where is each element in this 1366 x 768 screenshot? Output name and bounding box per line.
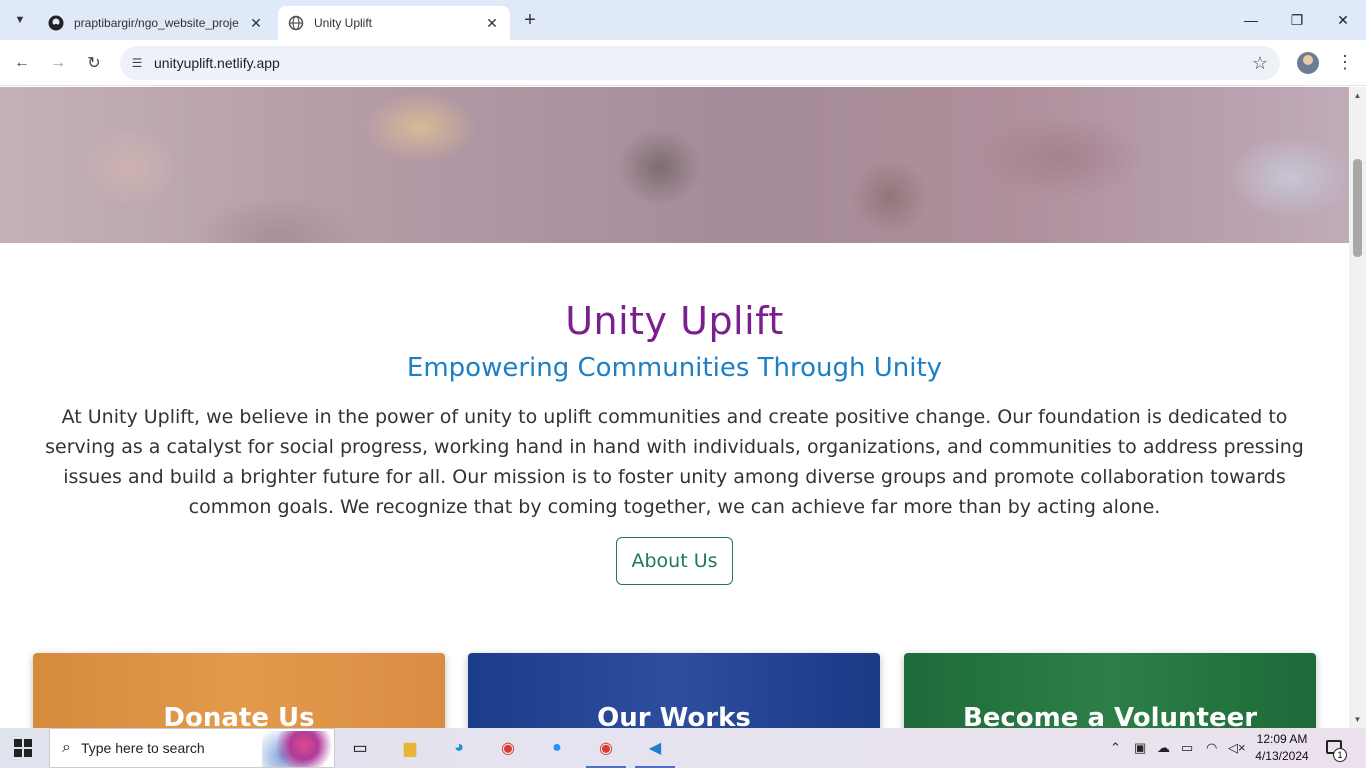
windows-start-icon[interactable]	[14, 739, 32, 757]
page-title: Unity Uplift	[565, 299, 784, 343]
taskbar-search-box[interactable]: ⌕ Type here to search	[49, 728, 335, 768]
close-tab-icon[interactable]: ✕	[484, 15, 500, 32]
card-label: Donate Us	[163, 703, 315, 728]
chrome-active-icon[interactable]: ◉	[586, 734, 626, 768]
minimize-icon[interactable]: —	[1228, 0, 1274, 40]
battery-icon[interactable]: ▭	[1181, 728, 1193, 768]
about-us-button[interactable]: About Us	[616, 537, 733, 585]
forward-arrow-icon[interactable]: →	[46, 51, 70, 75]
onedrive-cloud-icon[interactable]: ☁	[1157, 728, 1170, 768]
more-menu-icon[interactable]: ⋮	[1336, 52, 1354, 73]
zoom-icon[interactable]: ●	[543, 734, 571, 762]
wifi-icon[interactable]: ◠	[1206, 728, 1217, 768]
volunteer-card[interactable]: Become a Volunteer	[904, 653, 1316, 728]
page-description: At Unity Uplift, we believe in the power…	[45, 406, 1304, 518]
restore-icon[interactable]: ❐	[1274, 0, 1320, 40]
address-bar[interactable]: ☰ unityuplift.netlify.app ☆	[120, 46, 1280, 80]
tab-github[interactable]: praptibargir/ngo_website_proje ✕	[38, 6, 274, 40]
close-window-icon[interactable]: ✕	[1320, 0, 1366, 40]
close-tab-icon[interactable]: ✕	[248, 15, 264, 32]
page-scrollbar[interactable]: ▲ ▼	[1349, 87, 1366, 728]
notification-count-badge: 1	[1333, 748, 1347, 762]
scroll-down-icon[interactable]: ▼	[1349, 711, 1366, 728]
meet-now-icon[interactable]: ▣	[1134, 728, 1146, 768]
tab-search-chevron-icon[interactable]: ▼	[8, 8, 32, 32]
file-explorer-icon[interactable]: ▆	[396, 734, 424, 762]
donate-card[interactable]: Donate Us	[33, 653, 445, 728]
reload-icon[interactable]: ↻	[82, 51, 106, 75]
volume-muted-icon[interactable]: ◁×	[1228, 728, 1246, 768]
site-settings-icon[interactable]: ☰	[120, 56, 154, 70]
globe-icon	[288, 15, 304, 31]
back-arrow-icon[interactable]: ←	[10, 51, 34, 75]
profile-avatar[interactable]	[1297, 52, 1319, 74]
tab-title: Unity Uplift	[314, 16, 373, 30]
show-hidden-icons-icon[interactable]: ⌃	[1110, 728, 1121, 768]
windows-taskbar: ⌕ Type here to search ▭ ▆ ◕ ◉ ● ◉ ◀ ⌃ ▣ …	[0, 728, 1366, 768]
new-tab-plus-icon[interactable]: +	[518, 8, 542, 32]
scroll-thumb[interactable]	[1353, 159, 1362, 257]
card-label: Our Works	[597, 703, 751, 728]
search-icon: ⌕	[62, 739, 71, 756]
page-viewport: Unity Uplift Empowering Communities Thro…	[0, 87, 1349, 728]
our-works-card[interactable]: Our Works	[468, 653, 880, 728]
browser-tab-bar: ▼ praptibargir/ngo_website_proje ✕ Unity…	[0, 0, 1366, 40]
github-icon	[48, 15, 64, 31]
search-highlight-image	[262, 731, 332, 767]
page-subtitle: Empowering Communities Through Unity	[406, 353, 943, 383]
hero-image	[0, 87, 1349, 243]
search-placeholder: Type here to search	[80, 740, 205, 756]
clock-date: 4/13/2024	[1255, 749, 1309, 763]
chrome-icon[interactable]: ◉	[494, 734, 522, 762]
edge-icon[interactable]: ◕	[445, 734, 473, 762]
bookmark-star-icon[interactable]: ☆	[1252, 53, 1268, 74]
vscode-icon[interactable]: ◀	[635, 734, 675, 768]
task-view-icon[interactable]: ▭	[346, 734, 374, 762]
url-text[interactable]: unityuplift.netlify.app	[154, 55, 280, 71]
tab-title: praptibargir/ngo_website_proje	[74, 16, 239, 30]
system-clock[interactable]: 12:09 AM 4/13/2024	[1252, 731, 1312, 765]
tab-unity-uplift[interactable]: Unity Uplift ✕	[278, 6, 510, 40]
clock-time: 12:09 AM	[1256, 732, 1308, 746]
scroll-up-icon[interactable]: ▲	[1349, 87, 1366, 104]
browser-toolbar: ← → ↻ ☰ unityuplift.netlify.app ☆ ⋮	[0, 40, 1366, 86]
card-label: Become a Volunteer	[962, 703, 1258, 728]
